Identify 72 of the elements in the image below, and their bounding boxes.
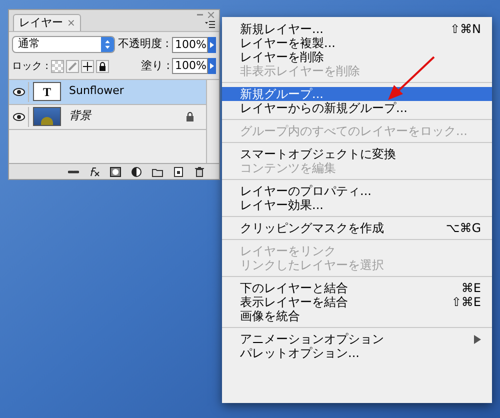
- menu-item-label: レイヤー効果...: [240, 198, 324, 212]
- menu-item[interactable]: レイヤーのプロパティ...: [222, 184, 492, 198]
- triangle-icon: [210, 63, 214, 70]
- minimize-icon[interactable]: [197, 14, 203, 16]
- menu-item-label: レイヤーをリンク: [240, 244, 337, 258]
- lock-all-icon[interactable]: [96, 60, 109, 73]
- menu-item-label: 下のレイヤーと結合: [240, 281, 349, 295]
- menu-item[interactable]: レイヤー効果...: [222, 198, 492, 212]
- menu-item-label: コンテンツを編集: [240, 161, 337, 175]
- tab-close[interactable]: ×: [67, 16, 76, 30]
- eye-icon: [12, 112, 24, 120]
- menu-item-label: クリッピングマスクを作成: [240, 221, 385, 235]
- percent-field[interactable]: 100%: [172, 58, 208, 74]
- blend-mode-dropdown[interactable]: 通常: [12, 36, 115, 53]
- menu-item[interactable]: 表示レイヤーを結合 ⇧⌘E: [222, 295, 492, 309]
- percent-field[interactable]: 100%: [172, 36, 208, 52]
- menu-item[interactable]: 新規グループ...: [222, 87, 492, 101]
- menu-item-label: グループ内のすべてのレイヤーをロック...: [240, 124, 468, 138]
- triangle-icon: [210, 42, 214, 48]
- image-thumbnail: [33, 107, 61, 126]
- layers-tab[interactable]: レイヤー ×: [13, 14, 82, 31]
- menu-item-label: 表示レイヤーを結合: [240, 295, 349, 309]
- menu-item[interactable]: 新規レイヤー... ⇧⌘N: [222, 22, 492, 36]
- adjustment-icon[interactable]: [131, 166, 142, 176]
- menu-item-label: 新規グループ...: [240, 87, 324, 101]
- menu-item[interactable]: レイヤーを複製...: [222, 36, 492, 50]
- keyboard-shortcut: ⌥⌘G: [446, 221, 481, 235]
- dropdown-arrow-button[interactable]: [208, 58, 216, 74]
- menu-item-label: リンクしたレイヤーを選択: [240, 258, 385, 272]
- mask-icon[interactable]: [110, 166, 121, 176]
- layer-name: Sunflower: [69, 83, 124, 100]
- tab-label: レイヤー: [19, 14, 63, 31]
- menu-item-label: レイヤーからの新規グループ...: [240, 101, 408, 115]
- menu-item[interactable]: 下のレイヤーと結合 ⌘E: [222, 281, 492, 295]
- layer-row[interactable]: 背景: [9, 104, 206, 130]
- menu-item-label: 画像を統合: [240, 309, 301, 323]
- fill-label: 塗り :: [140, 58, 170, 74]
- eye-icon: [12, 88, 24, 96]
- menu-item[interactable]: クリッピングマスクを作成 ⌥⌘G: [222, 221, 492, 235]
- menu-item-label: アニメーションオプション: [240, 332, 385, 346]
- layer-row[interactable]: T Sunflower: [9, 80, 206, 104]
- panel-menu-icon[interactable]: [205, 21, 215, 28]
- menu-item-label: パレットオプション...: [240, 346, 360, 360]
- submenu-arrow-icon: [474, 334, 481, 344]
- opacity-label: 不透明度 :: [118, 36, 169, 52]
- trash-icon[interactable]: [194, 166, 205, 176]
- folder-icon[interactable]: [152, 166, 163, 176]
- keyboard-shortcut: ⇧⌘N: [450, 22, 481, 36]
- new-layer-icon[interactable]: [173, 166, 184, 176]
- keyboard-shortcut: ⇧⌘E: [451, 295, 481, 309]
- menu-item-label: レイヤーを複製...: [240, 36, 336, 50]
- menu-item-label: スマートオブジェクトに変換: [240, 147, 397, 161]
- menu-item-label: レイヤーのプロパティ...: [240, 184, 372, 198]
- menu-item-label: 非表示レイヤーを削除: [240, 64, 361, 78]
- layer-name: 背景: [69, 108, 91, 124]
- menu-item[interactable]: パレットオプション...: [222, 346, 492, 360]
- close-icon[interactable]: [208, 12, 214, 18]
- menu-item-label: レイヤーを削除: [240, 50, 325, 64]
- lock-label: ロック :: [12, 60, 49, 74]
- menu-item[interactable]: スマートオブジェクトに変換: [222, 147, 492, 161]
- stepper-arrows-icon: [100, 37, 114, 52]
- keyboard-shortcut: ⌘E: [461, 281, 481, 295]
- move-icon[interactable]: [80, 60, 94, 73]
- text-layer-thumbnail: T: [33, 82, 61, 101]
- menu-item[interactable]: 画像を統合: [222, 309, 492, 323]
- menu-item-label: 新規レイヤー...: [240, 22, 324, 36]
- dropdown-arrow-button[interactable]: [208, 36, 216, 52]
- pointer-arrow: [386, 55, 436, 101]
- menu-item[interactable]: レイヤーからの新規グループ...: [222, 101, 492, 115]
- fx-icon[interactable]: [89, 166, 100, 176]
- menu-item[interactable]: アニメーションオプション: [222, 332, 492, 346]
- menu-item[interactable]: レイヤーを削除: [222, 50, 492, 64]
